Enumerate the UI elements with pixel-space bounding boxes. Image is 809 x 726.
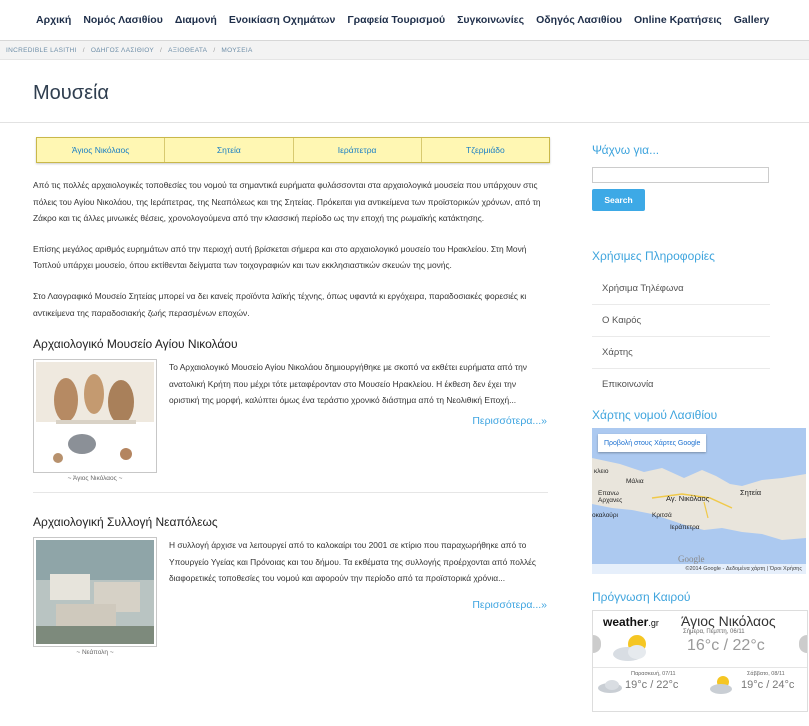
intro-paragraph: Από τις πολλές αρχαιολογικές τοποθεσίες … bbox=[33, 180, 541, 224]
info-item-weather[interactable]: Ο Καιρός bbox=[592, 305, 770, 337]
weather-divider bbox=[593, 667, 807, 668]
breadcrumb-item[interactable]: ΑΞΙΟΘΕΑΤΑ bbox=[168, 47, 207, 54]
weather-forecast-1-label: Παρασκευή, 07/11 bbox=[631, 671, 676, 677]
page-title: Μουσεία bbox=[33, 82, 109, 104]
cloud-icon bbox=[598, 680, 622, 693]
map-label: Σητεία bbox=[740, 488, 762, 497]
weather-brand-suffix: .gr bbox=[648, 618, 659, 628]
breadcrumb-item[interactable]: ΟΔΗΓΟΣ ΛΑΣΙΘΙΟΥ bbox=[91, 47, 154, 54]
search-heading: Ψάχνω για... bbox=[592, 143, 660, 157]
content-wrapper: Άγιος Νικόλαος Σητεία Ιεράπετρα Τζερμιάδ… bbox=[0, 123, 809, 712]
sidebar: Ψάχνω για... Search Χρήσιμες Πληροφορίες… bbox=[592, 143, 808, 712]
weather-city: Άγιος Νικόλαος bbox=[681, 613, 776, 629]
weather-heading: Πρόγνωση Καιρού bbox=[592, 590, 691, 604]
museum-entry: ~ Νεάπολη ~ Η συλλογή άρχισε να λειτουργ… bbox=[33, 537, 548, 656]
main-content: Άγιος Νικόλαος Σητεία Ιεράπετρα Τζερμιάδ… bbox=[33, 137, 550, 712]
nav-item-accommodation[interactable]: Διαμονή bbox=[175, 14, 217, 26]
map-label: Μάλια bbox=[626, 478, 644, 485]
tab-agios-nikolaos[interactable]: Άγιος Νικόλαος bbox=[37, 138, 166, 162]
map-footer: ©2014 Google - Δεδομένα χάρτη | Όροι Χρή… bbox=[592, 564, 806, 574]
weather-forecast-2-temp: 19°c / 24°c bbox=[741, 679, 795, 691]
nav-item-car-rental[interactable]: Ενοικίαση Οχημάτων bbox=[229, 14, 336, 26]
museum-body: Η συλλογή άρχισε να λειτουργεί από το κα… bbox=[157, 537, 547, 656]
weather-widget: weather.gr Άγιος Νικόλαος Σήμερα, Πέμπτη… bbox=[592, 610, 808, 712]
tab-siteia[interactable]: Σητεία bbox=[165, 138, 294, 162]
breadcrumb-separator: / bbox=[82, 46, 85, 54]
lasithi-map[interactable]: Προβολή στους Χάρτες Google κλειο Μάλια … bbox=[592, 428, 806, 574]
breadcrumb-current: ΜΟΥΣΕΙΑ bbox=[221, 46, 253, 54]
prev-day-arrow-icon[interactable] bbox=[593, 635, 601, 653]
next-day-arrow-icon[interactable] bbox=[799, 635, 807, 653]
museum-heading: Αρχαιολογικό Μουσείο Αγίου Νικολάου bbox=[33, 337, 238, 352]
weather-forecast-2-label: Σάββατο, 08/11 bbox=[747, 671, 785, 677]
info-item-contact[interactable]: Επικοινωνία bbox=[592, 369, 770, 400]
map-label: Ιεράπετρα bbox=[670, 524, 700, 531]
map-label: Κριτσά bbox=[652, 512, 672, 519]
view-in-google-maps-button[interactable]: Προβολή στους Χάρτες Google bbox=[598, 434, 707, 452]
info-item-phones[interactable]: Χρήσιμα Τηλέφωνα bbox=[592, 273, 770, 305]
intro-paragraph: Επίσης μεγάλος αριθμός ευρημάτων από την… bbox=[33, 243, 527, 271]
search-input[interactable] bbox=[592, 167, 769, 183]
breadcrumb-separator: / bbox=[160, 46, 163, 54]
intro-paragraph: Στο Λαογραφικό Μουσείο Σητείας μπορεί να… bbox=[33, 290, 527, 318]
breadcrumb: INCREDIBLE LASITHI / ΟΔΗΓΟΣ ΛΑΣΙΘΙΟΥ / Α… bbox=[0, 41, 809, 60]
map-label: Αγ. Νικόλαος bbox=[666, 494, 710, 503]
breadcrumb-item[interactable]: INCREDIBLE LASITHI bbox=[6, 47, 77, 54]
nav-item-home[interactable]: Αρχική bbox=[36, 14, 71, 26]
museum-heading: Αρχαιολογική Συλλογή Νεαπόλεως bbox=[33, 515, 218, 530]
top-navigation: Αρχική Νομός Λασιθίου Διαμονή Ενοικίαση … bbox=[0, 0, 809, 41]
museum-photo[interactable] bbox=[33, 537, 157, 648]
museum-description: Η συλλογή άρχισε να λειτουργεί από το κα… bbox=[169, 540, 536, 584]
museum-thumbnail: ~ Άγιος Νικόλαος ~ bbox=[33, 359, 157, 482]
map-label: κλειο bbox=[594, 468, 609, 475]
info-item-map[interactable]: Χάρτης bbox=[592, 337, 770, 369]
weather-today-temp: 16°c / 22°c bbox=[687, 637, 765, 654]
museum-photo-caption: ~ Άγιος Νικόλαος ~ bbox=[67, 475, 123, 483]
weather-brand-name: weather bbox=[603, 615, 649, 629]
read-more-link[interactable]: Περισσότερα...» bbox=[157, 599, 547, 611]
map-label: Επανω Αρχανες bbox=[598, 490, 623, 504]
weather-forecast-1-temp: 19°c / 22°c bbox=[625, 679, 679, 691]
museum-description: Το Αρχαιολογικό Μουσείο Αγίου Νικολάου δ… bbox=[169, 362, 527, 406]
museum-photo[interactable] bbox=[33, 359, 157, 474]
nav-item-prefecture[interactable]: Νομός Λασιθίου bbox=[83, 14, 163, 26]
region-tabs: Άγιος Νικόλαος Σητεία Ιεράπετρα Τζερμιάδ… bbox=[36, 137, 550, 163]
nav-item-transport[interactable]: Συγκοινωνίες bbox=[457, 14, 524, 26]
museum-body: Το Αρχαιολογικό Μουσείο Αγίου Νικολάου δ… bbox=[157, 359, 547, 482]
nav-item-tourism-offices[interactable]: Γραφεία Τουρισμού bbox=[347, 14, 445, 26]
nav-item-online-booking[interactable]: Online Κρατήσεις bbox=[634, 14, 722, 26]
info-heading: Χρήσιμες Πληροφορίες bbox=[592, 249, 715, 263]
museum-thumbnail: ~ Νεάπολη ~ bbox=[33, 537, 157, 656]
map-heading: Χάρτης νομού Λασιθίου bbox=[592, 408, 718, 422]
weather-today-label: Σήμερα, Πέμπτη, 06/11 bbox=[683, 629, 745, 635]
nav-item-gallery[interactable]: Gallery bbox=[734, 14, 770, 26]
read-more-link[interactable]: Περισσότερα...» bbox=[157, 415, 547, 427]
section-divider bbox=[33, 492, 548, 494]
museum-entry: ~ Άγιος Νικόλαος ~ Το Αρχαιολογικό Μουσε… bbox=[33, 359, 548, 482]
breadcrumb-separator: / bbox=[213, 46, 216, 54]
google-logo: Google bbox=[678, 554, 705, 564]
tab-ierapetra[interactable]: Ιεράπετρα bbox=[294, 138, 422, 162]
tab-tzermiado[interactable]: Τζερμιάδο bbox=[422, 138, 549, 162]
museum-photo-caption: ~ Νεάπολη ~ bbox=[76, 649, 114, 657]
nav-item-guide[interactable]: Οδηγός Λασιθίου bbox=[536, 14, 622, 26]
map-label: οκαλούρι bbox=[592, 512, 619, 519]
search-button[interactable]: Search bbox=[592, 189, 645, 211]
weather-brand: weather.gr bbox=[603, 615, 659, 629]
sun-cloud-icon bbox=[710, 676, 732, 694]
partly-cloudy-icon bbox=[613, 635, 646, 661]
